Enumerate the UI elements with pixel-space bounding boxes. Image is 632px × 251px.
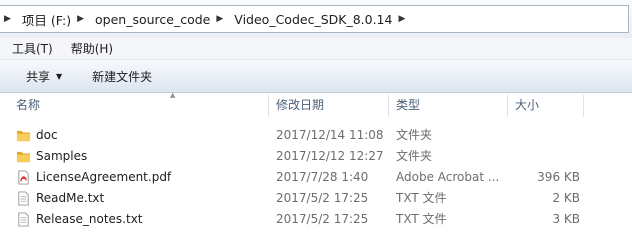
column-header-size[interactable]: 大小 xyxy=(515,93,539,117)
command-bar: 共享 ▼ 新建文件夹 xyxy=(0,60,632,93)
menu-bar: 工具(T) 帮助(H) xyxy=(0,38,632,60)
new-folder-button-label: 新建文件夹 xyxy=(92,69,153,84)
file-size: 3 KB xyxy=(552,212,580,226)
address-bar-area: ▶ 项目 (F:) ▶ open_source_code ▶ Video_Cod… xyxy=(0,0,632,38)
file-name: ReadMe.txt xyxy=(36,191,105,205)
breadcrumb-chevron-icon[interactable]: ▶ xyxy=(395,14,413,24)
file-date: 2017/5/2 17:25 xyxy=(276,191,369,205)
file-type: Adobe Acrobat ... xyxy=(396,170,500,184)
column-divider[interactable] xyxy=(507,95,508,117)
column-header-row: ▲ 名称 修改日期 类型 大小 xyxy=(0,91,632,117)
folder-icon xyxy=(16,151,31,163)
column-divider[interactable] xyxy=(388,95,389,117)
column-divider[interactable] xyxy=(268,95,269,117)
text-file-icon xyxy=(18,212,29,227)
text-file-icon xyxy=(18,191,29,206)
column-header-name[interactable]: 名称 xyxy=(16,93,40,117)
share-button-label: 共享 xyxy=(26,69,51,84)
breadcrumb-video-codec-sdk[interactable]: Video_Codec_SDK_8.0.14 ▶ xyxy=(231,6,413,32)
file-date: 2017/7/28 1:40 xyxy=(276,170,369,184)
new-folder-button[interactable]: 新建文件夹 xyxy=(74,60,164,92)
file-row-readme[interactable]: ReadMe.txt 2017/5/2 17:25 TXT 文件 2 KB xyxy=(0,188,632,209)
file-name: LicenseAgreement.pdf xyxy=(36,170,172,184)
breadcrumb-chevron-icon[interactable]: ▶ xyxy=(213,14,231,24)
file-type: 文件夹 xyxy=(396,128,433,142)
address-bar[interactable]: ▶ 项目 (F:) ▶ open_source_code ▶ Video_Cod… xyxy=(0,5,629,33)
file-row-license-agreement[interactable]: LicenseAgreement.pdf 2017/7/28 1:40 Adob… xyxy=(0,167,632,188)
breadcrumb-drive-label: 项目 (F:) xyxy=(21,12,72,28)
file-size xyxy=(510,146,580,167)
breadcrumb-root-chevron-icon[interactable]: ▶ xyxy=(0,14,19,24)
share-button[interactable]: 共享 ▼ xyxy=(0,60,74,92)
file-date: 2017/12/14 11:08 xyxy=(276,128,384,142)
file-size: 2 KB xyxy=(552,191,580,205)
file-size xyxy=(510,125,580,146)
column-divider[interactable] xyxy=(583,95,584,117)
breadcrumb-open-source-code[interactable]: open_source_code ▶ xyxy=(92,6,231,32)
file-row-release-notes[interactable]: Release_notes.txt 2017/5/2 17:25 TXT 文件 … xyxy=(0,209,632,230)
file-name: Samples xyxy=(36,149,88,163)
breadcrumb-drive[interactable]: 项目 (F:) ▶ xyxy=(19,6,92,32)
file-type: 文件夹 xyxy=(396,149,433,163)
file-size: 396 KB xyxy=(537,170,580,184)
column-header-type[interactable]: 类型 xyxy=(396,93,420,117)
pdf-file-icon xyxy=(18,170,29,185)
file-name: Release_notes.txt xyxy=(36,212,143,226)
breadcrumb-video-codec-sdk-label: Video_Codec_SDK_8.0.14 xyxy=(234,11,393,27)
menu-help[interactable]: 帮助(H) xyxy=(59,40,119,57)
breadcrumb-open-source-code-label: open_source_code xyxy=(95,11,211,27)
file-date: 2017/5/2 17:25 xyxy=(276,212,369,226)
breadcrumb-chevron-icon[interactable]: ▶ xyxy=(74,14,92,24)
file-type: TXT 文件 xyxy=(396,191,447,205)
column-header-date[interactable]: 修改日期 xyxy=(276,93,324,117)
folder-icon xyxy=(16,130,31,142)
file-type: TXT 文件 xyxy=(396,212,447,226)
file-row-doc[interactable]: doc 2017/12/14 11:08 文件夹 xyxy=(0,125,632,146)
file-name: doc xyxy=(36,128,58,142)
caret-down-icon: ▼ xyxy=(56,71,63,81)
file-date: 2017/12/12 12:27 xyxy=(276,149,384,163)
file-row-samples[interactable]: Samples 2017/12/12 12:27 文件夹 xyxy=(0,146,632,167)
menu-tools[interactable]: 工具(T) xyxy=(0,40,59,57)
sort-up-icon: ▲ xyxy=(170,91,176,99)
